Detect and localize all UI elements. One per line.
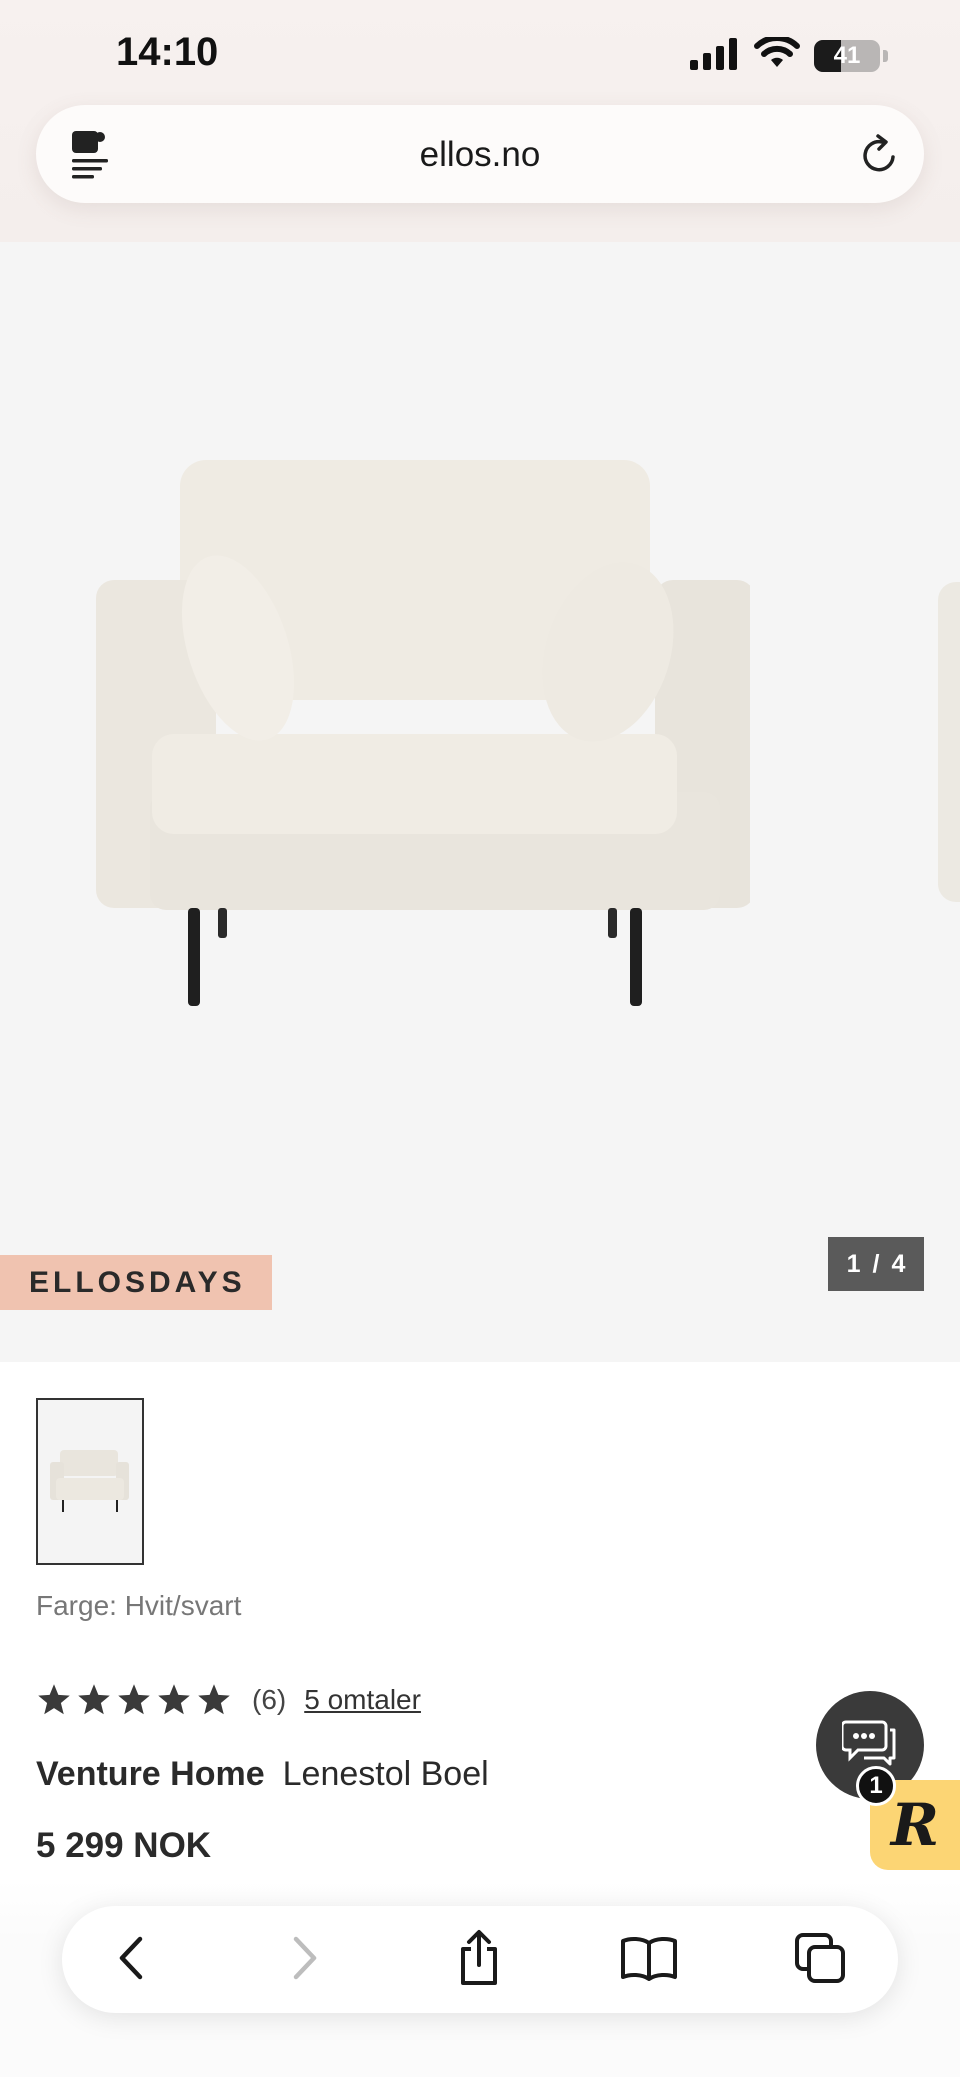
product-image-armchair — [96, 460, 750, 1006]
product-image-gallery[interactable]: ELLOSDAYS 1 / 4 — [0, 242, 960, 1362]
status-time: 14:10 — [116, 30, 219, 74]
star-icon — [198, 1684, 230, 1715]
share-button[interactable] — [451, 1929, 507, 1988]
reload-icon[interactable] — [858, 133, 902, 182]
product-title: Venture Home Lenestol Boel — [36, 1755, 489, 1794]
tabs-icon — [793, 1931, 847, 1990]
wifi-icon — [754, 34, 800, 76]
image-counter: 1 / 4 — [828, 1237, 924, 1291]
battery-cap — [883, 50, 888, 62]
forward-button[interactable] — [276, 1932, 332, 1988]
product-rating[interactable]: (6) 5 omtaler — [36, 1680, 421, 1720]
url-text: ellos.no — [419, 135, 541, 174]
battery-icon: 41 — [814, 40, 880, 72]
rating-stars — [36, 1682, 232, 1718]
next-image-preview[interactable] — [938, 582, 960, 902]
rating-count: (6) — [252, 1684, 287, 1715]
bookmarks-icon — [620, 1935, 678, 1986]
browser-top-chrome: 14:10 41 ellos.no — [0, 0, 960, 242]
back-button[interactable] — [104, 1932, 160, 1988]
address-bar[interactable]: ellos.no — [36, 105, 924, 203]
status-bar: 14:10 41 — [0, 0, 960, 100]
browser-toolbar — [62, 1906, 898, 2013]
current-image-number: 1 — [846, 1249, 861, 1278]
forward-icon — [286, 1935, 322, 1986]
product-name: Lenestol Boel — [282, 1755, 489, 1793]
battery-level: 41 — [833, 42, 861, 69]
product-brand[interactable]: Venture Home — [36, 1755, 265, 1793]
product-price: 5 299 NOK — [36, 1826, 212, 1865]
back-icon — [114, 1935, 150, 1986]
promo-badge: ELLOSDAYS — [0, 1255, 272, 1310]
chat-bubbles-icon — [840, 1718, 898, 1773]
reviews-link[interactable]: 5 omtaler — [304, 1684, 421, 1716]
tabs-button[interactable] — [792, 1932, 848, 1988]
product-thumbnail[interactable] — [36, 1398, 144, 1565]
bookmarks-button[interactable] — [621, 1932, 677, 1988]
star-icon — [78, 1684, 110, 1715]
star-icon — [158, 1684, 190, 1715]
cellular-signal-icon — [690, 37, 740, 75]
star-icon — [38, 1684, 70, 1715]
chat-notification-badge: 1 — [856, 1766, 896, 1806]
star-icon — [118, 1684, 150, 1715]
status-icons: 41 — [690, 34, 888, 76]
color-label: Farge: Hvit/svart — [36, 1590, 242, 1621]
total-images-number: 4 — [891, 1249, 906, 1278]
counter-separator: / — [872, 1249, 880, 1278]
share-icon — [455, 1929, 503, 1992]
